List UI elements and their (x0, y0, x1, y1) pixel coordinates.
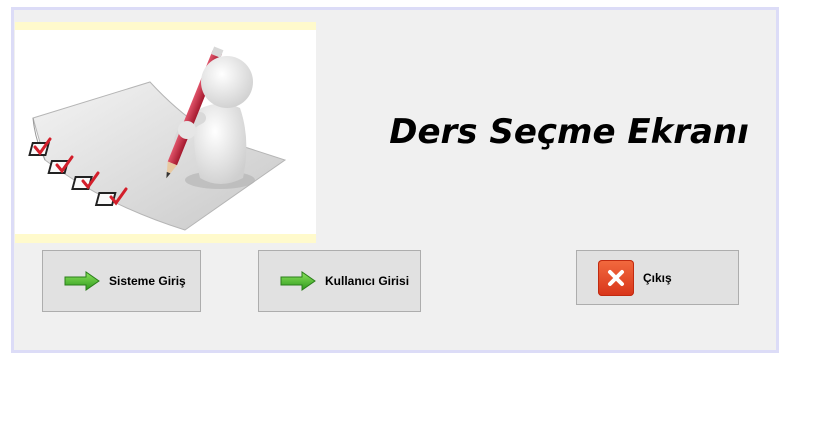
hero-image (15, 22, 316, 243)
checklist-illustration (15, 30, 316, 234)
exit-label: Çıkış (643, 270, 672, 285)
green-arrow-icon (280, 271, 316, 291)
system-login-button[interactable]: Sisteme Giriş (42, 250, 201, 312)
checklist-illustration-icon (28, 46, 287, 231)
page-title: Ders Seçme Ekranı (389, 112, 749, 152)
exit-button[interactable]: Çıkış (576, 250, 739, 305)
user-login-label: Kullanıcı Girisi (325, 274, 410, 288)
system-login-label: Sisteme Giriş (109, 274, 186, 288)
user-login-button[interactable]: Kullanıcı Girisi (258, 250, 421, 312)
green-arrow-icon (64, 271, 100, 291)
close-icon (598, 259, 634, 296)
main-window: Ders Seçme Ekranı Sisteme Giriş Kullanıc… (11, 7, 779, 353)
